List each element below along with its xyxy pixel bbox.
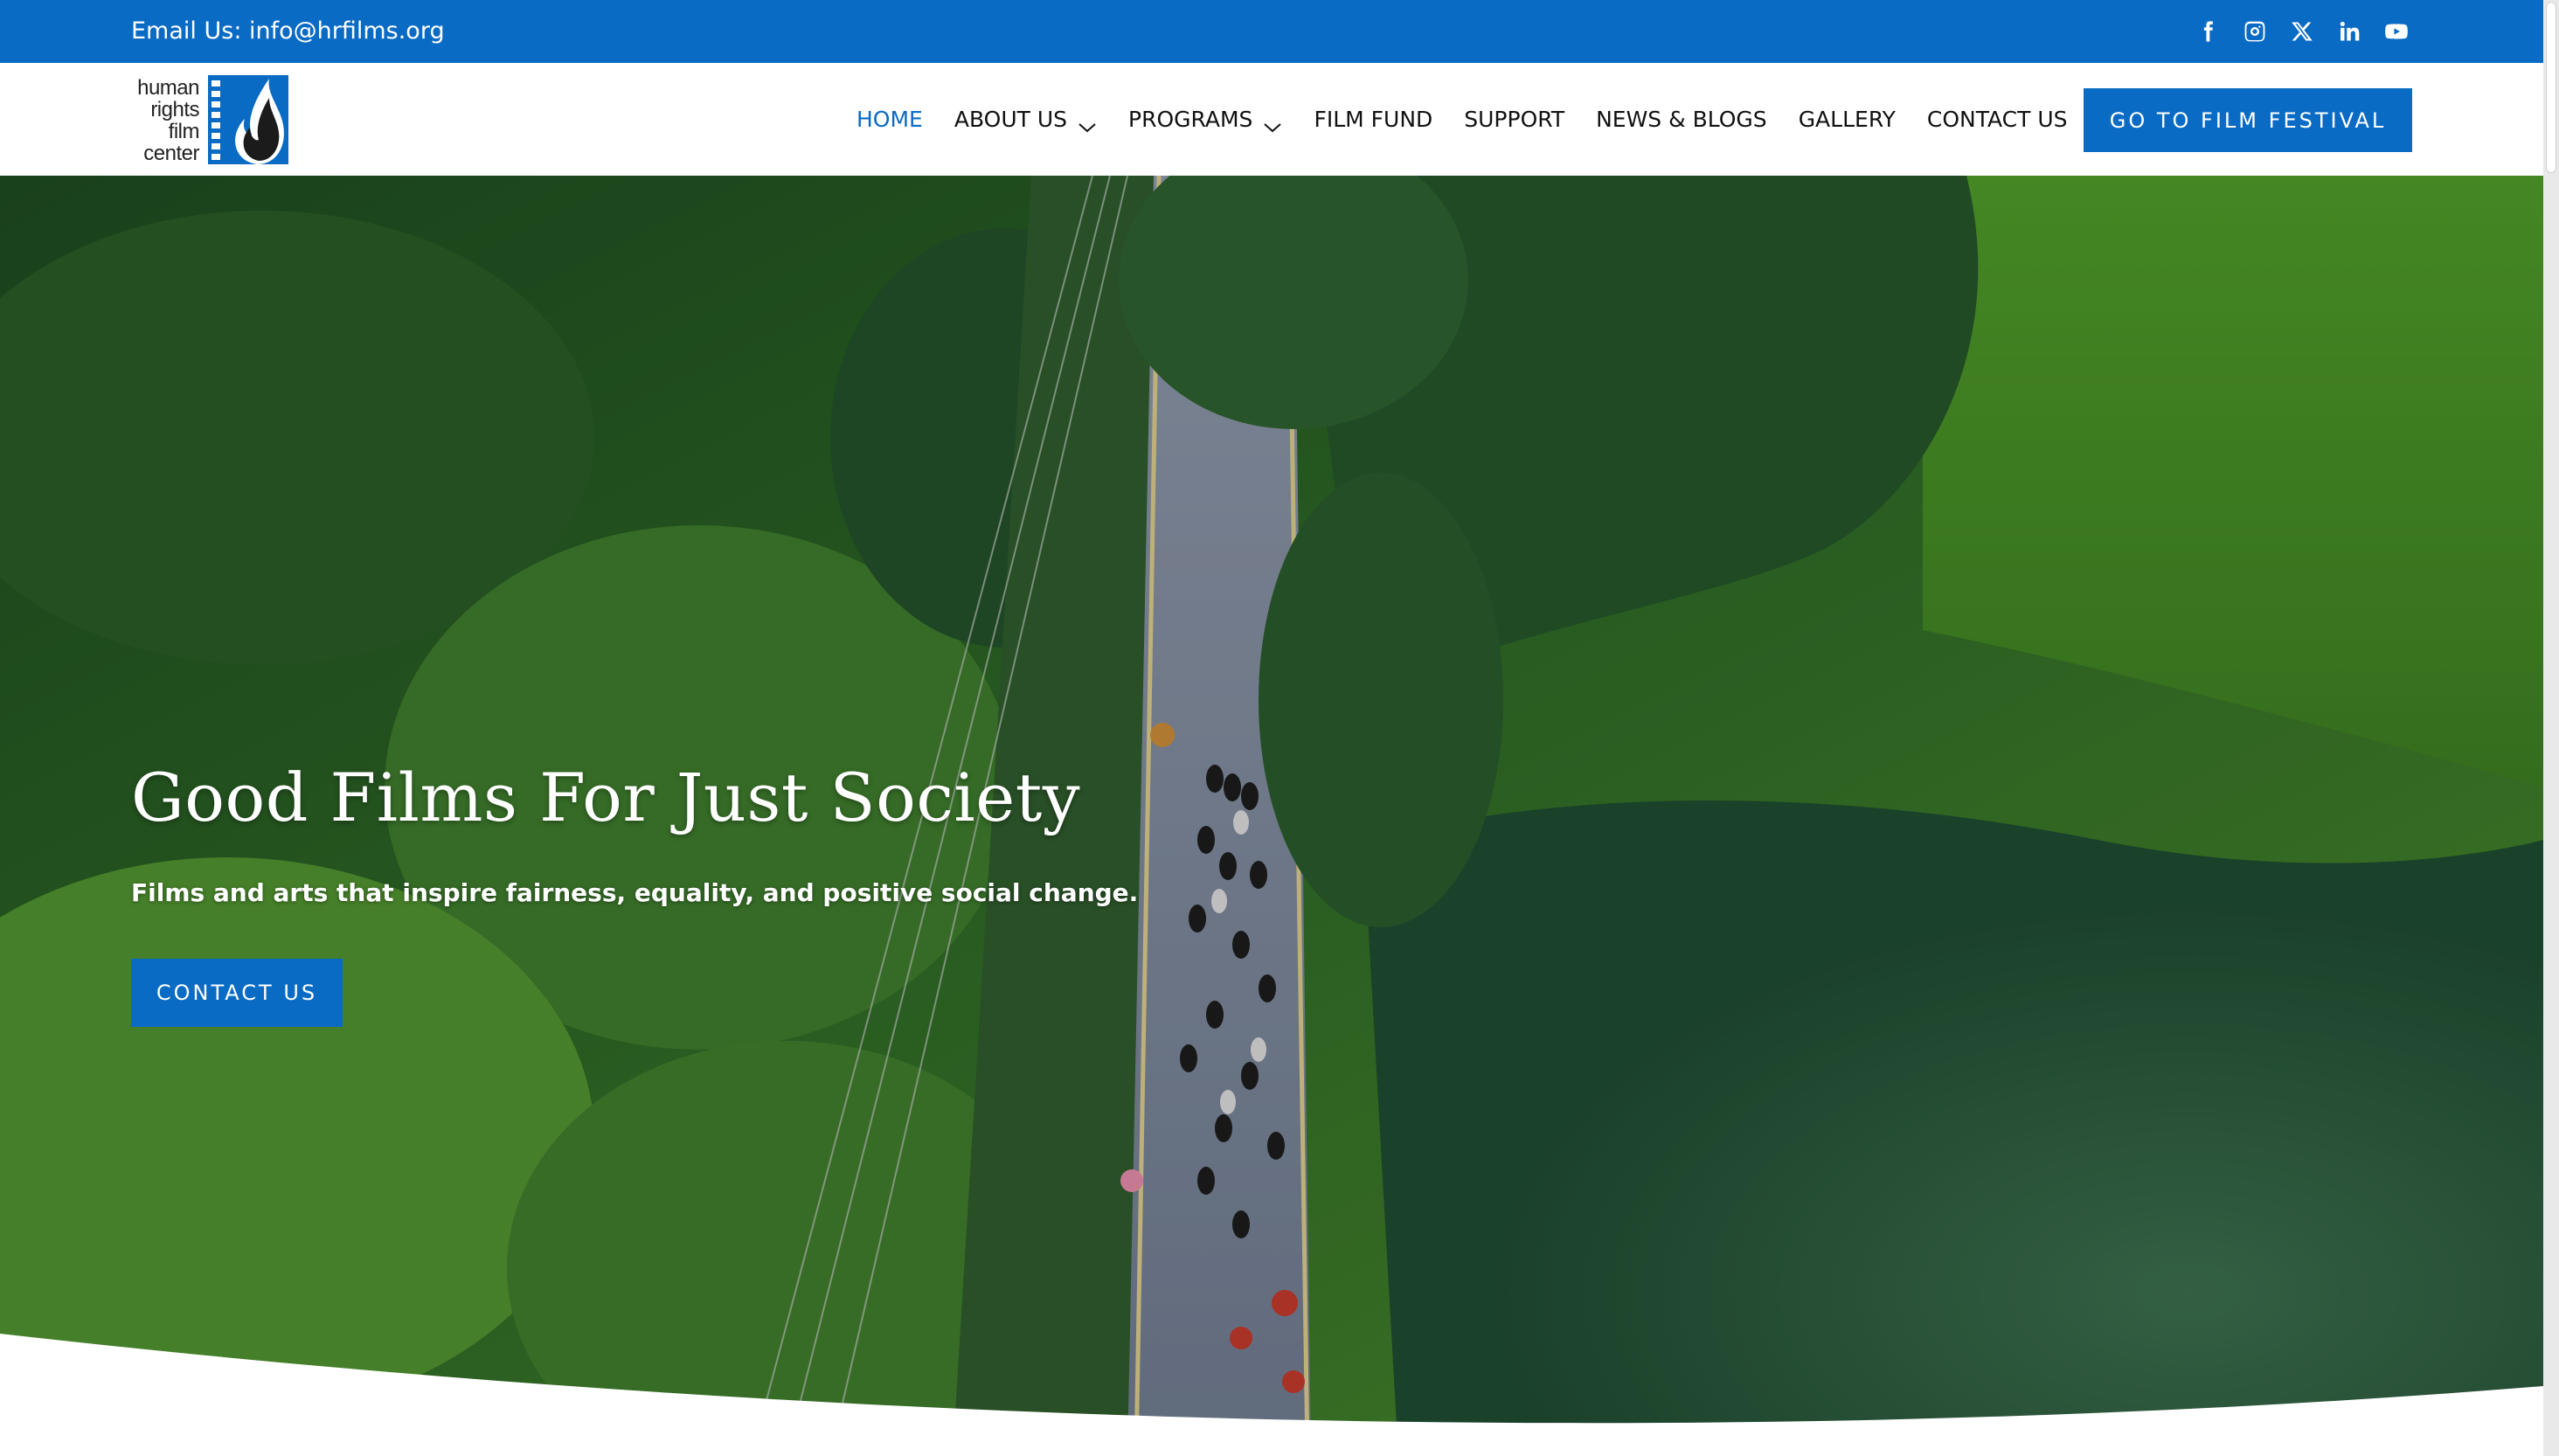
nav-item-gallery[interactable]: GALLERY: [1799, 107, 1896, 132]
social-links: [2194, 17, 2410, 45]
site-logo[interactable]: human rights film center: [131, 73, 294, 166]
nav-item-news-blogs[interactable]: NEWS & BLOGS: [1596, 107, 1767, 132]
nav-item-about-us[interactable]: ABOUT US: [954, 107, 1097, 132]
instagram-icon[interactable]: [2241, 17, 2269, 45]
chevron-down-icon: [1263, 114, 1282, 132]
x-icon[interactable]: [2288, 17, 2316, 45]
nav-item-home[interactable]: HOME: [856, 107, 923, 132]
hero-subtitle: Films and arts that inspire fairness, eq…: [131, 878, 1139, 907]
logo-flame-film-icon: [208, 75, 288, 164]
nav-item-programs[interactable]: PROGRAMS: [1128, 107, 1282, 132]
hero-title: Good Films For Just Society: [131, 759, 1081, 836]
site-header: human rights film center HOME ABOUT US P…: [0, 63, 2543, 176]
nav-item-contact-us[interactable]: CONTACT US: [1927, 107, 2068, 132]
hero-section: Good Films For Just Society Films and ar…: [0, 176, 2543, 1456]
youtube-icon[interactable]: [2382, 17, 2410, 45]
facebook-icon[interactable]: [2194, 17, 2222, 45]
email-link[interactable]: Email Us: info@hrfilms.org: [131, 0, 445, 63]
contact-us-button[interactable]: CONTACT US: [131, 959, 343, 1027]
top-bar: Email Us: info@hrfilms.org: [0, 0, 2543, 64]
go-to-film-festival-button[interactable]: GO TO FILM FESTIVAL: [2084, 88, 2412, 152]
logo-wordmark: human rights film center: [137, 76, 199, 165]
linkedin-icon[interactable]: [2335, 17, 2363, 45]
hero-bottom-wave: [0, 1334, 2543, 1456]
main-nav: HOME ABOUT US PROGRAMS FILM FUND SUPPORT…: [856, 63, 2099, 176]
chevron-down-icon: [1078, 114, 1097, 132]
nav-item-film-fund[interactable]: FILM FUND: [1314, 107, 1432, 132]
page-scrollbar[interactable]: [2543, 0, 2559, 1456]
nav-item-support[interactable]: SUPPORT: [1464, 107, 1564, 132]
scrollbar-thumb[interactable]: [2546, 2, 2556, 173]
